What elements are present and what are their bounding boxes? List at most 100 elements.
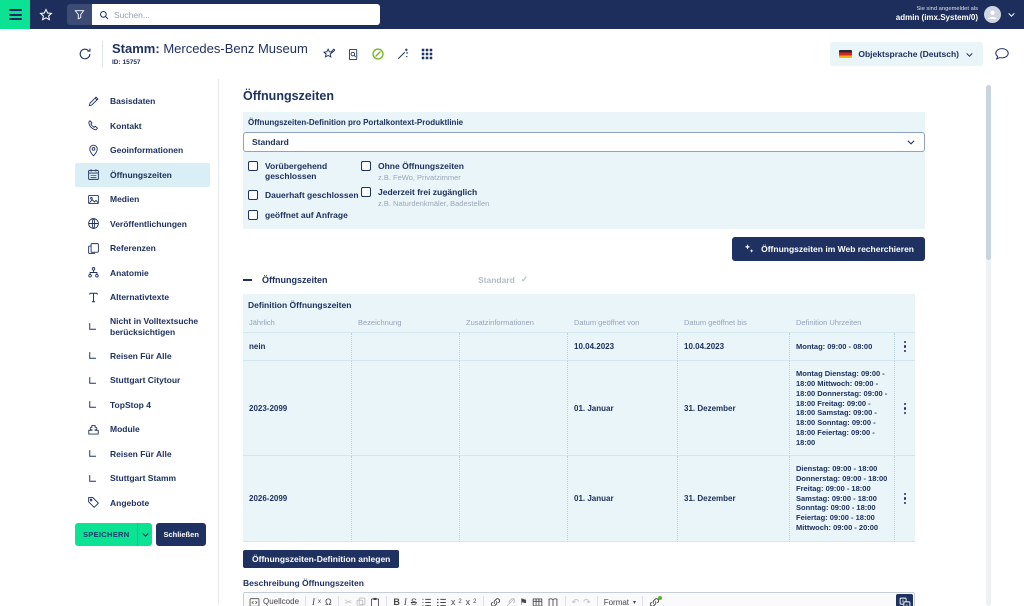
sidebar-item-geoinformationen[interactable]: Geoinformationen xyxy=(75,138,210,163)
menu-button[interactable] xyxy=(0,0,30,29)
table-row-1-jaehrlich: nein xyxy=(243,333,352,362)
source-code-button[interactable]: Quellcode xyxy=(249,597,299,606)
add-definition-button[interactable]: Öffnungszeiten-Definition anlegen xyxy=(243,550,399,568)
collapse-icon[interactable] xyxy=(243,279,252,281)
bulleted-list-button[interactable] xyxy=(436,597,447,606)
link-check-button[interactable] xyxy=(649,597,660,606)
sidebar-item-stuttgart-citytour[interactable]: Stuttgart Citytour xyxy=(75,368,210,393)
web-research-button[interactable]: Öffnungszeiten im Web recherchieren xyxy=(732,237,925,261)
checkbox[interactable] xyxy=(248,161,258,171)
favorite-edit-icon[interactable] xyxy=(322,47,336,61)
vertical-scrollbar[interactable] xyxy=(986,85,991,606)
paste-button[interactable] xyxy=(370,597,380,606)
document-search-icon[interactable] xyxy=(347,48,360,61)
sidebar-item-anatomie[interactable]: Anatomie xyxy=(75,261,210,286)
col-header-zusatzinformationen: Zusatzinformationen xyxy=(460,314,568,333)
sidebar-item-oeffnungszeiten[interactable]: Öffnungszeiten xyxy=(75,163,210,188)
close-button[interactable]: Schließen xyxy=(156,523,205,546)
table-row-3-actions-menu[interactable] xyxy=(895,456,915,541)
sidebar-item-label: Veröffentlichungen xyxy=(110,219,187,229)
sidebar-item-alternativtexte[interactable]: Alternativtexte xyxy=(75,285,210,310)
table-row-3-jaehrlich: 2026-2099 xyxy=(243,456,352,541)
checkbox[interactable] xyxy=(361,187,371,197)
header-right: Objektsprache (Deutsch) xyxy=(830,42,1010,66)
remove-format-button[interactable]: Ix xyxy=(312,598,321,606)
checkbox[interactable] xyxy=(248,190,258,200)
sidebar-item-referenzen[interactable]: Referenzen xyxy=(75,236,210,261)
table-row-3-bezeichnung xyxy=(352,456,460,541)
table-row-3-zusatz xyxy=(460,456,568,541)
user-menu[interactable]: Sie sind angemeldet als admin (imx.Syste… xyxy=(896,0,1016,29)
translate-button[interactable]: Aa xyxy=(896,594,913,606)
table-row-2-bezeichnung xyxy=(352,361,460,456)
outdooractive-ring-icon[interactable] xyxy=(371,47,385,61)
favorites-icon[interactable] xyxy=(39,8,53,22)
search-filter-icon[interactable] xyxy=(67,4,92,25)
table-row-2-actions-menu[interactable] xyxy=(895,361,915,456)
anchor-button[interactable]: ⚑ xyxy=(520,598,528,606)
object-id: ID: 15757 xyxy=(112,59,308,66)
italic-button[interactable]: I xyxy=(404,598,407,606)
sidebar-item-stuttgart-stamm[interactable]: Stuttgart Stamm xyxy=(75,466,210,491)
strikethrough-button[interactable]: S xyxy=(411,598,417,606)
scrollbar-thumb[interactable] xyxy=(986,85,991,260)
flag-geoeffnet-auf-anfrage[interactable]: geöffnet auf Anfrage xyxy=(248,210,361,220)
sidebar-item-basisdaten[interactable]: Basisdaten xyxy=(75,89,210,114)
sidebar-item-label: Medien xyxy=(110,194,139,204)
special-char-button[interactable]: Ω xyxy=(325,598,332,606)
save-options-chevron[interactable] xyxy=(137,523,152,546)
save-button[interactable]: SPEICHERN xyxy=(75,523,137,546)
checkbox[interactable] xyxy=(248,210,258,220)
search-input[interactable] xyxy=(114,10,373,20)
status-flags: Vorübergehend geschlossen Dauerhaft gesc… xyxy=(243,161,925,220)
sidebar-item-reisen-fuer-alle-2[interactable]: Reisen Für Alle xyxy=(75,442,210,467)
numbered-list-button[interactable] xyxy=(421,597,432,606)
sidebar-item-label: Nicht in Volltextsuche berücksichtigen xyxy=(110,316,210,337)
comment-icon[interactable] xyxy=(994,46,1010,62)
table-button[interactable] xyxy=(532,597,543,606)
sidebar-item-module[interactable]: Module xyxy=(75,417,210,442)
table-row-2-jaehrlich: 2023-2099 xyxy=(243,361,352,456)
paste-icon xyxy=(370,597,380,606)
flag-jederzeit-frei-zugaenglich[interactable]: Jederzeit frei zugänglich xyxy=(361,187,489,197)
flags-column-1: Vorübergehend geschlossen Dauerhaft gesc… xyxy=(248,161,361,220)
superscript-button[interactable]: x2 xyxy=(466,598,477,606)
german-flag-icon xyxy=(839,50,852,58)
checkbox[interactable] xyxy=(361,161,371,171)
undo-button[interactable]: ↶ xyxy=(572,598,580,606)
object-language-selector[interactable]: Objektsprache (Deutsch) xyxy=(830,42,983,66)
sidebar-item-angebote[interactable]: Angebote xyxy=(75,491,210,516)
spellcheck-button[interactable] xyxy=(547,597,559,606)
object-type-label: Stamm: xyxy=(112,41,160,56)
bold-button[interactable]: B xyxy=(393,598,400,606)
sidebar-item-topstop4[interactable]: TopStop 4 xyxy=(75,393,210,418)
cut-button[interactable]: ✂ xyxy=(345,598,353,606)
flag-dauerhaft-geschlossen[interactable]: Dauerhaft geschlossen xyxy=(248,190,361,200)
refresh-icon[interactable] xyxy=(78,47,92,61)
sidebar-item-kontakt[interactable]: Kontakt xyxy=(75,114,210,139)
format-dropdown[interactable]: Format ▾ xyxy=(604,598,636,606)
accordion-state: Standard ✓ xyxy=(478,274,528,285)
flag-voruebergehend-geschlossen[interactable]: Vorübergehend geschlossen xyxy=(248,161,361,181)
copy-button[interactable] xyxy=(356,597,366,606)
definition-select-label: Öffnungszeiten-Definition pro Portalkont… xyxy=(248,118,925,127)
apps-grid-icon[interactable] xyxy=(421,48,433,60)
link-button[interactable] xyxy=(490,597,501,606)
unlink-button[interactable] xyxy=(505,597,516,606)
flag-hint: z.B. FeWo, Privatzimmer xyxy=(378,173,489,182)
sidebar-item-label: Öffnungszeiten xyxy=(110,170,172,180)
opening-hours-accordion[interactable]: Öffnungszeiten Standard ✓ xyxy=(243,271,925,289)
sidebar-item-veroeffentlichungen[interactable]: Veröffentlichungen xyxy=(75,212,210,237)
flag-ohne-oeffnungszeiten[interactable]: Ohne Öffnungszeiten xyxy=(361,161,489,171)
book-icon xyxy=(547,597,559,606)
magic-wand-icon[interactable] xyxy=(396,47,410,61)
sidebar-item-reisen-fuer-alle[interactable]: Reisen Für Alle xyxy=(75,344,210,369)
sidebar-item-volltextsuche[interactable]: Nicht in Volltextsuche berücksichtigen xyxy=(75,310,210,344)
table-row-1-datum-von: 10.04.2023 xyxy=(568,333,678,362)
sidebar-item-label: Reisen Für Alle xyxy=(110,449,172,459)
redo-button[interactable]: ↷ xyxy=(583,598,591,606)
table-row-1-actions-menu[interactable] xyxy=(895,333,915,362)
definition-select[interactable]: Standard xyxy=(243,132,925,152)
subscript-button[interactable]: x2 xyxy=(451,598,462,606)
sidebar-item-medien[interactable]: Medien xyxy=(75,187,210,212)
